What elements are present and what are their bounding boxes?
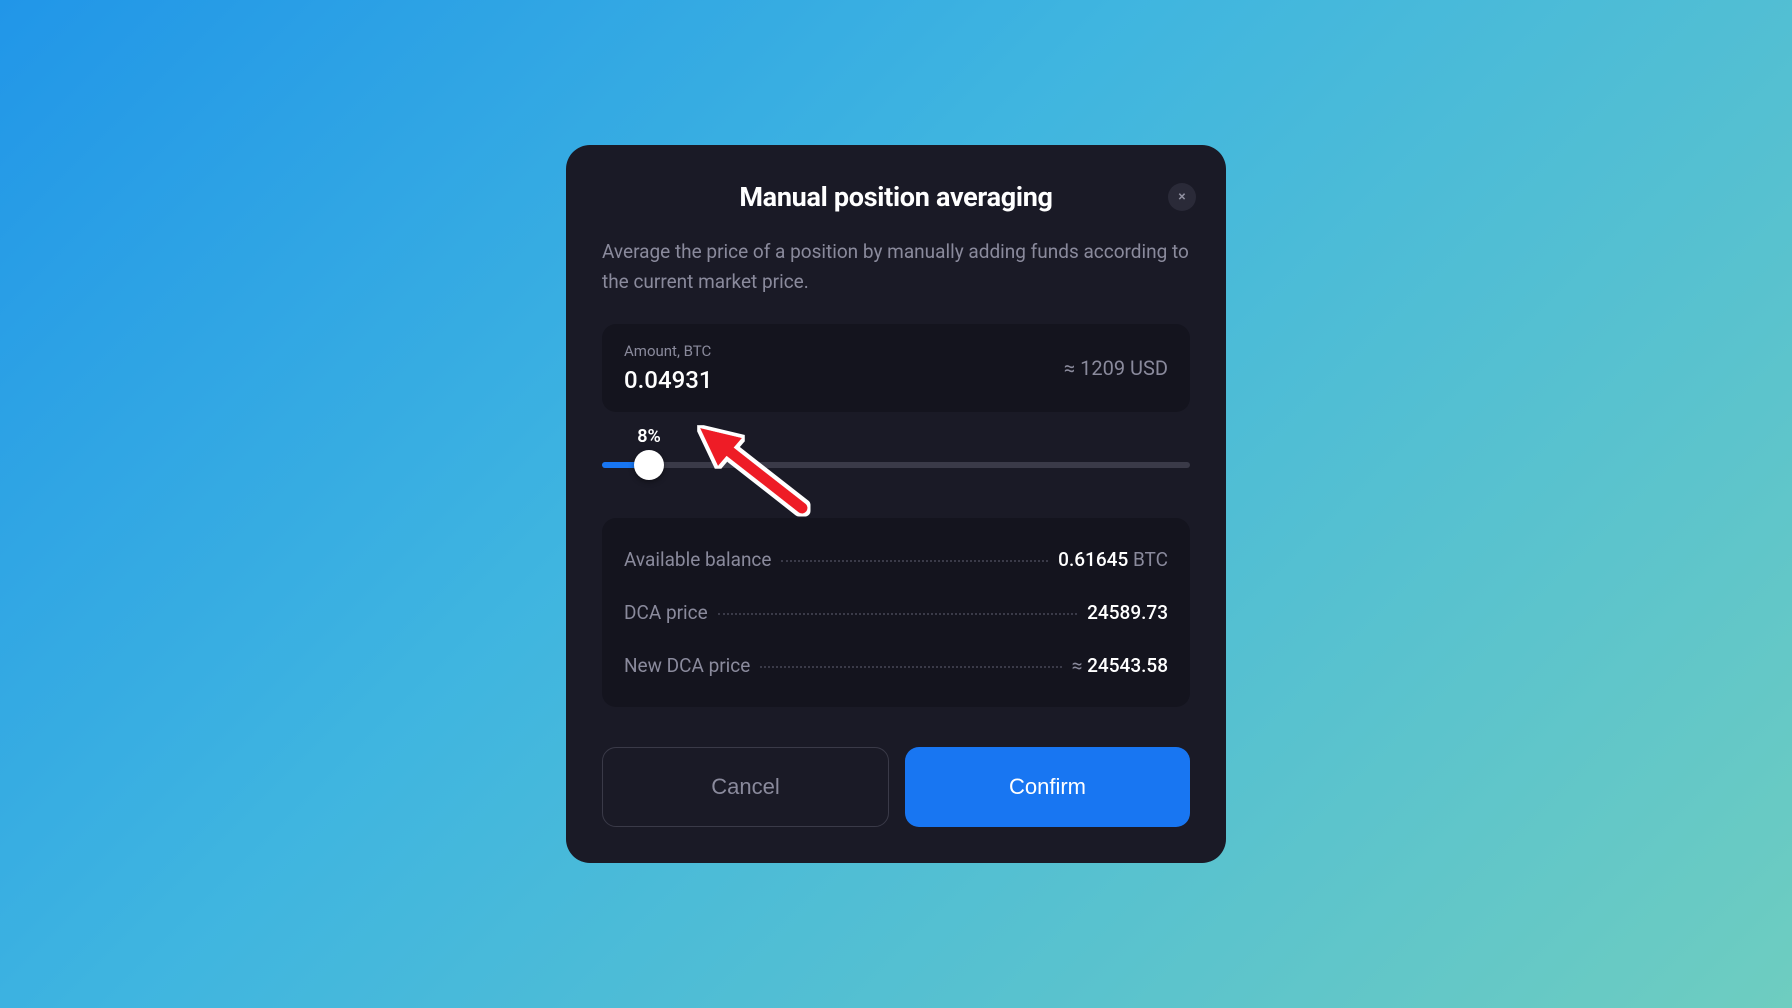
info-box: Available balance 0.61645 BTC DCA price … — [602, 518, 1190, 707]
amount-label: Amount, BTC — [624, 342, 713, 360]
dialog-title: Manual position averaging — [602, 181, 1190, 213]
info-value: 24589.73 — [1087, 601, 1168, 624]
amount-value: 0.04931 — [624, 366, 713, 394]
info-label: DCA price — [624, 601, 708, 624]
percent-slider[interactable]: 8% — [602, 434, 1190, 498]
amount-left: Amount, BTC 0.04931 — [624, 342, 713, 394]
amount-input-box[interactable]: Amount, BTC 0.04931 ≈ 1209 USD — [602, 324, 1190, 412]
info-row-dca-price: DCA price 24589.73 — [624, 593, 1168, 632]
info-value: ≈ 24543.58 — [1072, 654, 1168, 677]
info-label: Available balance — [624, 548, 771, 571]
close-button[interactable]: × — [1168, 183, 1196, 211]
info-spacer — [718, 613, 1077, 615]
dialog-actions: Cancel Confirm — [602, 747, 1190, 827]
info-spacer — [781, 560, 1048, 562]
dialog-description: Average the price of a position by manua… — [602, 237, 1190, 296]
close-icon: × — [1178, 189, 1185, 205]
arrow-annotation-icon — [684, 418, 834, 528]
slider-track — [602, 462, 1190, 468]
info-row-available-balance: Available balance 0.61645 BTC — [624, 540, 1168, 579]
cancel-button[interactable]: Cancel — [602, 747, 889, 827]
dialog-header: Manual position averaging × — [602, 181, 1190, 213]
confirm-button[interactable]: Confirm — [905, 747, 1190, 827]
info-label: New DCA price — [624, 654, 750, 677]
info-row-new-dca-price: New DCA price ≈ 24543.58 — [624, 646, 1168, 685]
dialog-manual-position-averaging: Manual position averaging × Average the … — [566, 145, 1226, 863]
slider-percent-label: 8% — [637, 426, 661, 447]
amount-usd: ≈ 1209 USD — [1064, 356, 1168, 380]
info-spacer — [760, 666, 1061, 668]
slider-thumb[interactable] — [634, 450, 664, 480]
info-value: 0.61645 BTC — [1058, 548, 1168, 571]
